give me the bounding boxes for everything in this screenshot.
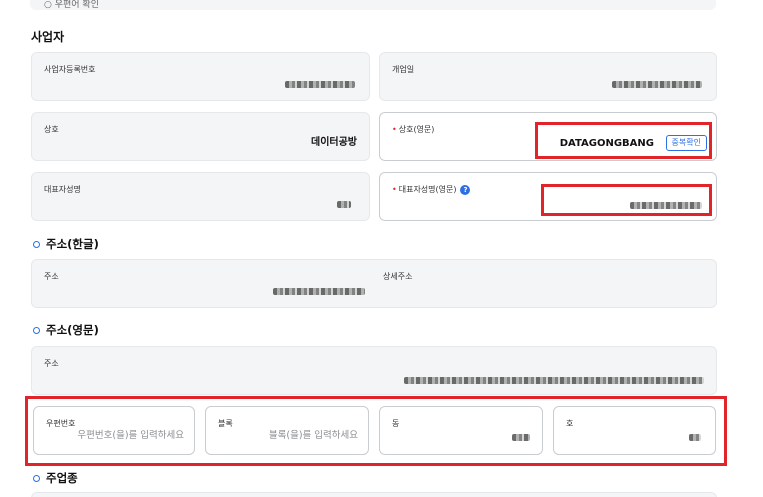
- ring-bullet-icon: [33, 474, 40, 482]
- top-strip: ○ 우편어 확인: [30, 0, 716, 10]
- ceo-name-redacted: [337, 201, 351, 208]
- reg-number-label: 사업자등록번호: [44, 65, 96, 74]
- trade-name-en-field[interactable]: • 상호(영문) DATAGONGBANG 중복확인: [379, 112, 717, 161]
- ceo-name-en-redacted: [630, 202, 702, 209]
- section-title-business: 사업자: [31, 30, 65, 44]
- ho-field[interactable]: 호: [553, 406, 716, 455]
- address-en-label: 주소: [44, 359, 59, 368]
- trade-name-en-label: • 상호(영문): [392, 125, 435, 134]
- address-en-redacted: [404, 377, 704, 384]
- ho-redacted: [689, 434, 701, 441]
- trade-name-label: 상호: [44, 125, 59, 134]
- section-title-address-en: 주소(영문): [33, 322, 99, 338]
- zipcode-label: 우편번호: [46, 419, 76, 428]
- ceo-name-label: 대표자성명: [44, 185, 81, 194]
- ceo-name-en-field[interactable]: • 대표자성명(영문)?: [379, 172, 717, 221]
- reg-number-field: 사업자등록번호: [31, 52, 370, 101]
- block-field[interactable]: 블록 블록(을)를 입력하세요: [205, 406, 369, 455]
- zipcode-placeholder[interactable]: 우편번호(을)를 입력하세요: [77, 427, 184, 441]
- address-kr-field: 주소 상세주소: [31, 259, 717, 308]
- section-title-address-kr: 주소(한글): [33, 236, 99, 252]
- open-date-field: 개업일: [379, 52, 717, 101]
- trade-name-field: 상호 데이터공방: [31, 112, 370, 161]
- address-kr-label: 주소: [44, 272, 59, 281]
- open-date-label: 개업일: [392, 65, 415, 74]
- dong-redacted: [512, 434, 530, 441]
- address-en-field: 주소: [31, 346, 717, 395]
- ho-label: 호: [566, 419, 574, 428]
- address-kr-redacted: [273, 288, 365, 295]
- zipcode-field[interactable]: 우편번호 우편번호(을)를 입력하세요: [33, 406, 195, 455]
- section-title-industry: 주업종: [33, 470, 78, 486]
- address-kr-detail-label: 상세주소: [383, 272, 413, 281]
- industry-field: [31, 492, 717, 497]
- reg-number-redacted: [285, 81, 355, 88]
- help-icon[interactable]: ?: [460, 184, 471, 195]
- block-placeholder[interactable]: 블록(을)를 입력하세요: [269, 427, 358, 441]
- ceo-name-en-label: • 대표자성명(영문)?: [392, 184, 471, 195]
- ring-bullet-icon: [33, 240, 40, 248]
- top-strip-text: ○ 우편어 확인: [44, 0, 99, 10]
- dong-field[interactable]: 동: [379, 406, 543, 455]
- ring-bullet-icon: [33, 326, 40, 334]
- trade-name-en-value[interactable]: DATAGONGBANG: [560, 138, 654, 149]
- open-date-redacted: [612, 81, 702, 88]
- duplicate-check-button[interactable]: 중복확인: [665, 135, 707, 151]
- trade-name-value: 데이터공방: [311, 137, 357, 148]
- dong-label: 동: [392, 419, 400, 428]
- block-label: 블록: [218, 419, 233, 428]
- ceo-name-field: 대표자성명: [31, 172, 370, 221]
